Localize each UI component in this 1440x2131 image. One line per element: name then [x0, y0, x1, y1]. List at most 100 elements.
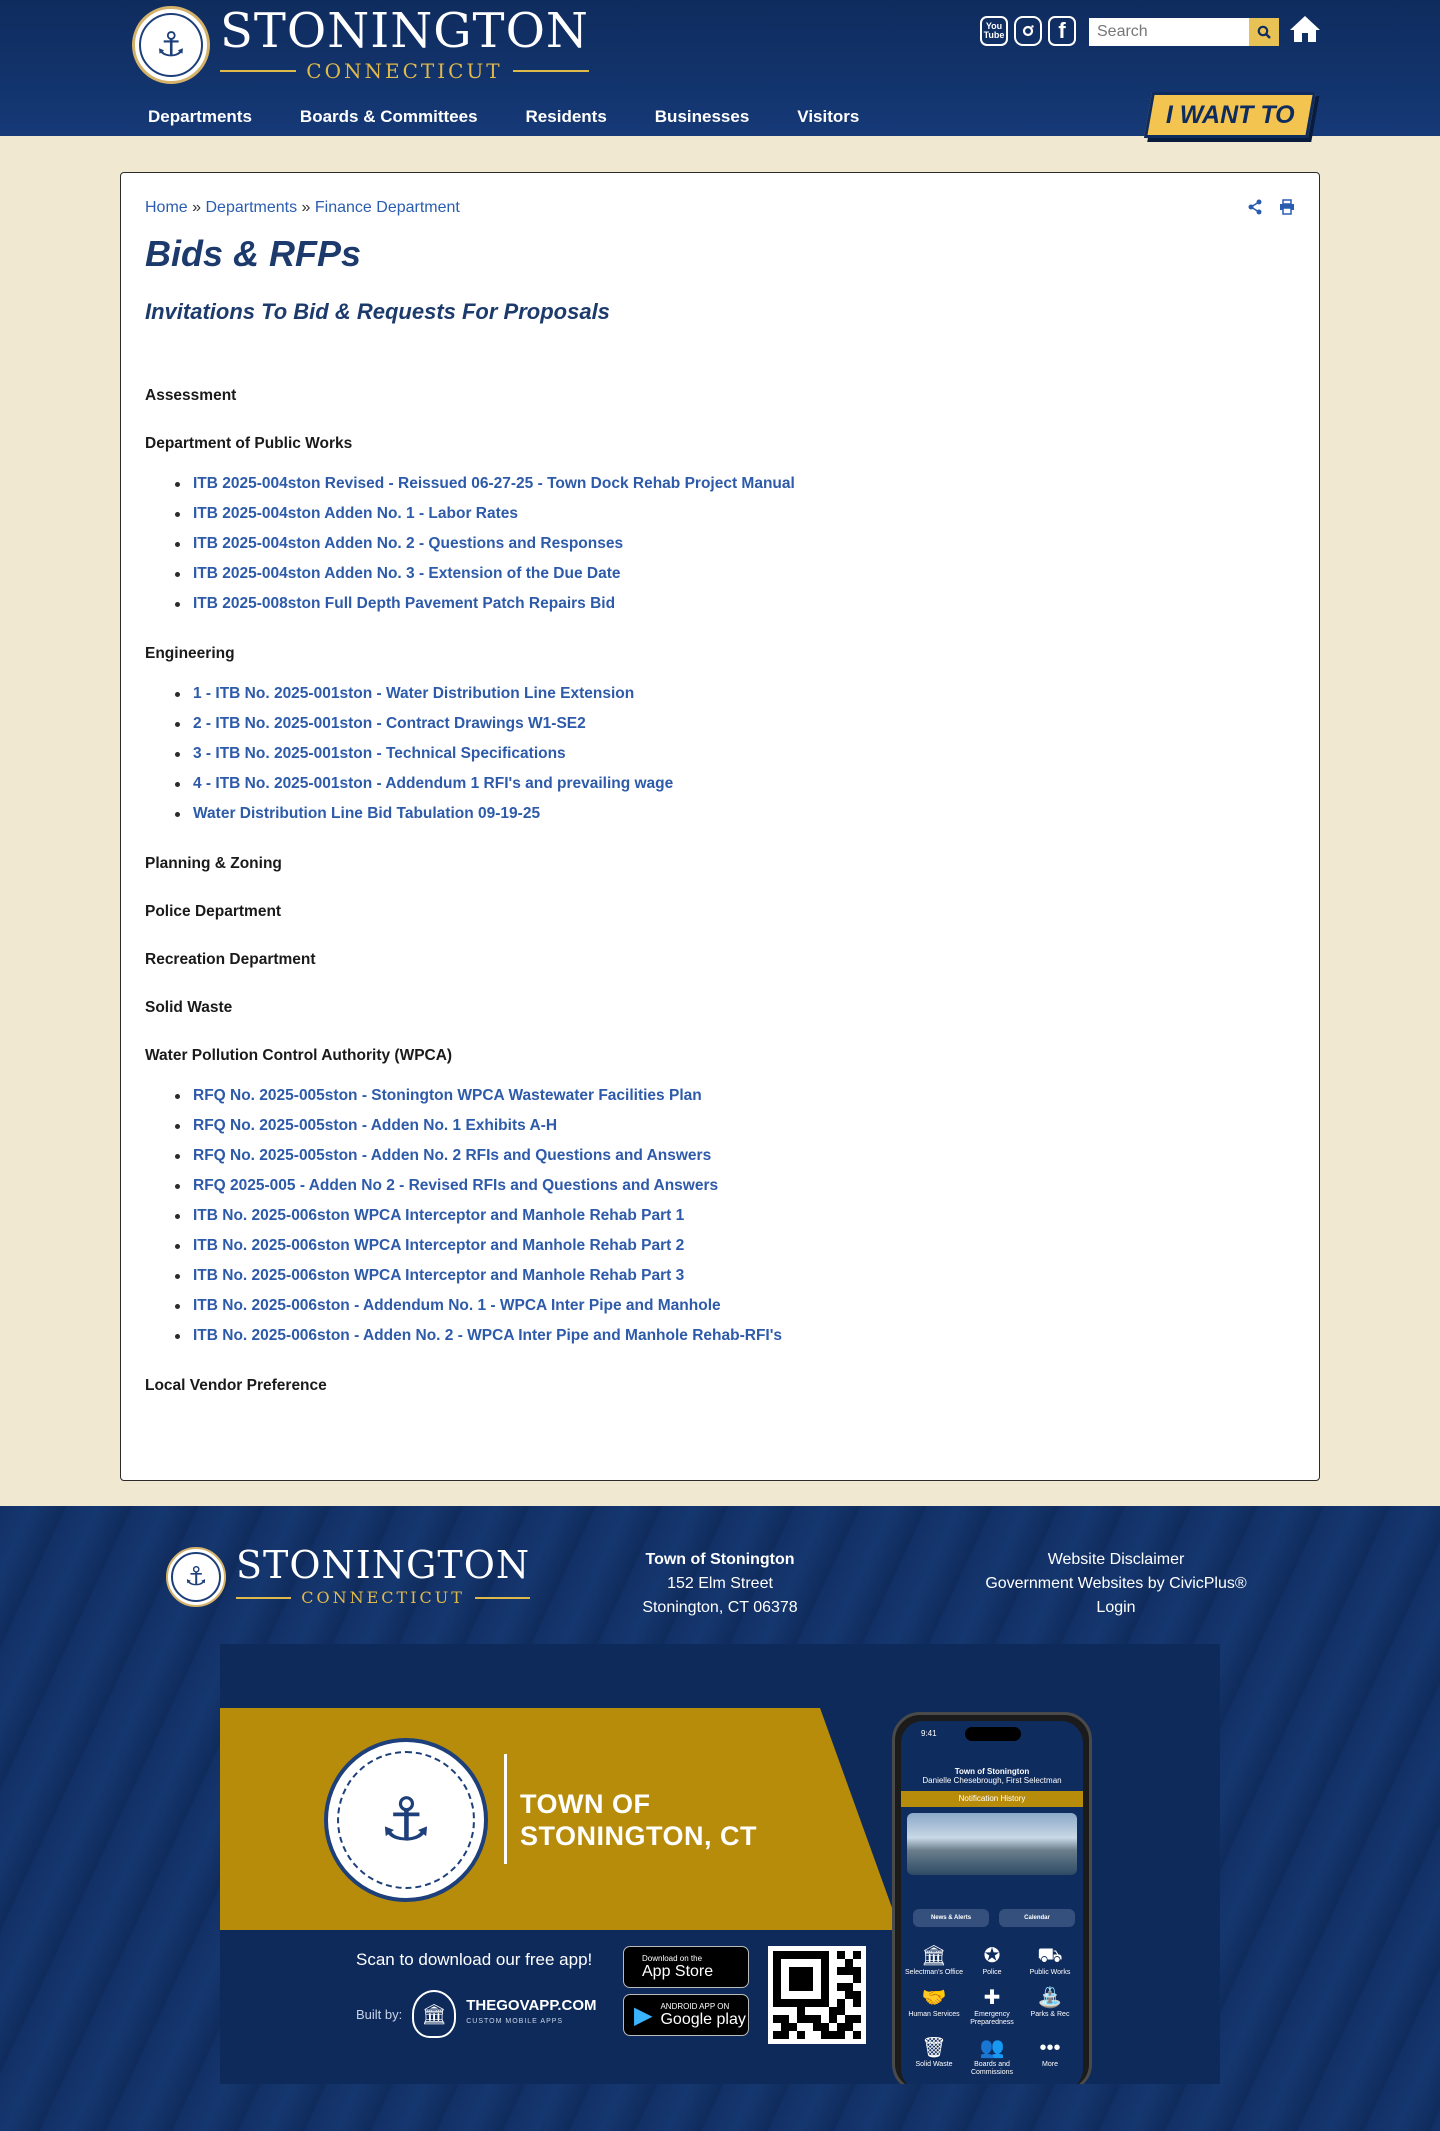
section-title: Local Vendor Preference	[145, 1377, 327, 1394]
google-play-button[interactable]: ▶ ANDROID APP ON Google play	[623, 1994, 749, 2036]
nav-item-visitors[interactable]: Visitors	[773, 104, 883, 130]
breadcrumb: Home » Departments » Finance Department	[145, 199, 460, 216]
list-item: Water Distribution Line Bid Tabulation 0…	[145, 805, 1295, 835]
bid-document-link[interactable]: RFQ 2025-005 - Adden No 2 - Revised RFIs…	[193, 1177, 718, 1194]
section-title: Police Department	[145, 903, 282, 920]
app-tile: ✪ Police	[982, 1945, 1002, 1976]
nav-item-businesses[interactable]: Businesses	[631, 104, 774, 130]
bid-link-list: 1 - ITB No. 2025-001ston - Water Distrib…	[145, 685, 1295, 835]
list-item: ITB No. 2025-006ston WPCA Interceptor an…	[145, 1267, 1295, 1297]
bid-document-link[interactable]: ITB No. 2025-006ston WPCA Interceptor an…	[193, 1267, 684, 1284]
breadcrumb-finance[interactable]: Finance Department	[315, 199, 460, 216]
bid-document-link[interactable]: 1 - ITB No. 2025-001ston - Water Distrib…	[193, 685, 634, 702]
site-logo[interactable]: ⚓ STONINGTON CONNECTICUT	[132, 6, 589, 84]
bid-document-link[interactable]: Water Distribution Line Bid Tabulation 0…	[193, 805, 540, 822]
app-tile: 🗑 Solid Waste	[915, 2037, 953, 2068]
instagram-icon[interactable]	[1014, 16, 1042, 46]
bid-document-link[interactable]: 2 - ITB No. 2025-001ston - Contract Draw…	[193, 715, 586, 732]
list-item: ITB 2025-008ston Full Depth Pavement Pat…	[145, 595, 1295, 625]
app-tile: ••• More	[1039, 2037, 1061, 2068]
list-item: 3 - ITB No. 2025-001ston - Technical Spe…	[145, 745, 1295, 775]
app-tile: 👥 Boards and Commissions	[970, 2037, 1013, 2076]
search-bar	[1089, 18, 1279, 46]
harbor-photo	[907, 1813, 1077, 1875]
app-store-button[interactable]: Download on the App Store	[623, 1946, 749, 1988]
facebook-icon[interactable]: f	[1048, 16, 1076, 46]
built-by: Built by: 🏛 THEGOVAPP.COM CUSTOM MOBILE A…	[356, 1990, 597, 2038]
content-card: Home » Departments » Finance Department …	[120, 172, 1320, 1481]
bid-document-link[interactable]: ITB 2025-004ston Revised - Reissued 06-2…	[193, 475, 795, 492]
breadcrumb-home[interactable]: Home	[145, 199, 188, 216]
nav-item-boards-committees[interactable]: Boards & Committees	[276, 104, 502, 130]
home-icon[interactable]	[1289, 14, 1321, 46]
bid-document-link[interactable]: RFQ No. 2025-005ston - Adden No. 1 Exhib…	[193, 1117, 557, 1134]
list-item: 4 - ITB No. 2025-001ston - Addendum 1 RF…	[145, 775, 1295, 805]
bid-document-link[interactable]: ITB No. 2025-006ston - Adden No. 2 - WPC…	[193, 1327, 782, 1344]
site-footer: ⚓ STONINGTON CONNECTICUT Town of Stoning…	[0, 1506, 1440, 2131]
list-item: ITB No. 2025-006ston - Addendum No. 1 - …	[145, 1297, 1295, 1327]
print-icon[interactable]	[1279, 199, 1295, 215]
youtube-icon[interactable]: You Tube	[980, 16, 1008, 46]
bid-document-link[interactable]: ITB 2025-004ston Adden No. 2 - Questions…	[193, 535, 623, 552]
section-title: Planning & Zoning	[145, 855, 282, 872]
bid-document-link[interactable]: 3 - ITB No. 2025-001ston - Technical Spe…	[193, 745, 566, 762]
bid-document-link[interactable]: 4 - ITB No. 2025-001ston - Addendum 1 RF…	[193, 775, 673, 792]
section-title: Solid Waste	[145, 999, 233, 1016]
bid-document-link[interactable]: ITB No. 2025-006ston - Addendum No. 1 - …	[193, 1297, 721, 1314]
section-title: Recreation Department	[145, 951, 316, 968]
bid-document-link[interactable]: ITB No. 2025-006ston WPCA Interceptor an…	[193, 1207, 684, 1224]
section-title: Water Pollution Control Authority (WPCA)	[145, 1047, 453, 1064]
footer-links: Website Disclaimer Government Websites b…	[956, 1548, 1276, 1620]
qr-code	[768, 1946, 866, 2044]
list-item: RFQ No. 2025-005ston - Adden No. 1 Exhib…	[145, 1117, 1295, 1147]
app-tile: ⛟ Public Works	[1029, 1945, 1071, 1976]
site-header: ⚓ STONINGTON CONNECTICUT YouTube f Depar…	[0, 0, 1440, 138]
nav-item-residents[interactable]: Residents	[502, 104, 631, 130]
bid-document-link[interactable]: RFQ No. 2025-005ston - Stonington WPCA W…	[193, 1087, 702, 1104]
footer-link-civicplus[interactable]: Government Websites by CivicPlus®	[956, 1572, 1276, 1596]
list-item: ITB No. 2025-006ston WPCA Interceptor an…	[145, 1237, 1295, 1267]
search-input[interactable]	[1089, 18, 1249, 46]
bid-document-link[interactable]: ITB No. 2025-006ston WPCA Interceptor an…	[193, 1237, 684, 1254]
search-button[interactable]	[1249, 18, 1279, 46]
town-seal-icon: ⚓	[166, 1546, 226, 1607]
bid-document-link[interactable]: ITB 2025-004ston Adden No. 1 - Labor Rat…	[193, 505, 518, 522]
list-item: ITB No. 2025-006ston WPCA Interceptor an…	[145, 1207, 1295, 1237]
bid-document-link[interactable]: RFQ No. 2025-005ston - Adden No. 2 RFIs …	[193, 1147, 711, 1164]
nav-item-departments[interactable]: Departments	[124, 104, 276, 130]
bid-link-list: RFQ No. 2025-005ston - Stonington WPCA W…	[145, 1087, 1295, 1357]
bid-document-link[interactable]: ITB 2025-004ston Adden No. 3 - Extension…	[193, 565, 620, 582]
app-download-banner: ⚓ TOWN OF STONINGTON, CT Scan to downloa…	[220, 1644, 1220, 2084]
list-item: ITB 2025-004ston Adden No. 1 - Labor Rat…	[145, 505, 1295, 535]
section-title: Department of Public Works	[145, 435, 353, 452]
list-item: ITB 2025-004ston Adden No. 3 - Extension…	[145, 565, 1295, 595]
google-play-icon: ▶	[634, 2001, 653, 2029]
list-item: RFQ 2025-005 - Adden No 2 - Revised RFIs…	[145, 1177, 1295, 1207]
share-icon[interactable]	[1247, 199, 1263, 215]
breadcrumb-departments[interactable]: Departments	[206, 199, 298, 216]
app-tile: ✚ Emergency Preparedness	[970, 1987, 1014, 2026]
list-item: RFQ No. 2025-005ston - Adden No. 2 RFIs …	[145, 1147, 1295, 1177]
list-item: RFQ No. 2025-005ston - Stonington WPCA W…	[145, 1087, 1295, 1117]
i-want-to-button[interactable]: I WANT TO	[1143, 92, 1317, 138]
app-tile: 🤝 Human Services	[908, 1987, 960, 2018]
page-tools	[1247, 199, 1295, 215]
list-item: 2 - ITB No. 2025-001ston - Contract Draw…	[145, 715, 1295, 745]
scan-text: Scan to download our free app!	[356, 1950, 593, 1969]
logo-subtitle: CONNECTICUT	[306, 59, 503, 83]
app-tile: ⛲ Parks & Rec	[1030, 1987, 1070, 2018]
footer-address: Town of Stonington 152 Elm Street Stonin…	[642, 1551, 798, 1616]
main-nav: Departments Boards & Committees Resident…	[124, 104, 883, 130]
footer-logo[interactable]: ⚓ STONINGTON CONNECTICUT	[166, 1546, 531, 1607]
town-seal-large-icon: ⚓	[324, 1738, 488, 1902]
footer-link-login[interactable]: Login	[956, 1596, 1276, 1620]
footer-link-disclaimer[interactable]: Website Disclaimer	[956, 1548, 1276, 1572]
social-links: You Tube f	[980, 16, 1076, 46]
town-seal-icon: ⚓	[132, 6, 210, 84]
bid-document-link[interactable]: ITB 2025-008ston Full Depth Pavement Pat…	[193, 595, 615, 612]
phone-mockup: 9:41 Town of Stonington Danielle Chesebr…	[892, 1712, 1092, 2084]
search-icon	[1257, 25, 1271, 39]
list-item: ITB 2025-004ston Revised - Reissued 06-2…	[145, 475, 1295, 505]
list-item: 1 - ITB No. 2025-001ston - Water Distrib…	[145, 685, 1295, 715]
list-item: ITB 2025-004ston Adden No. 2 - Questions…	[145, 535, 1295, 565]
